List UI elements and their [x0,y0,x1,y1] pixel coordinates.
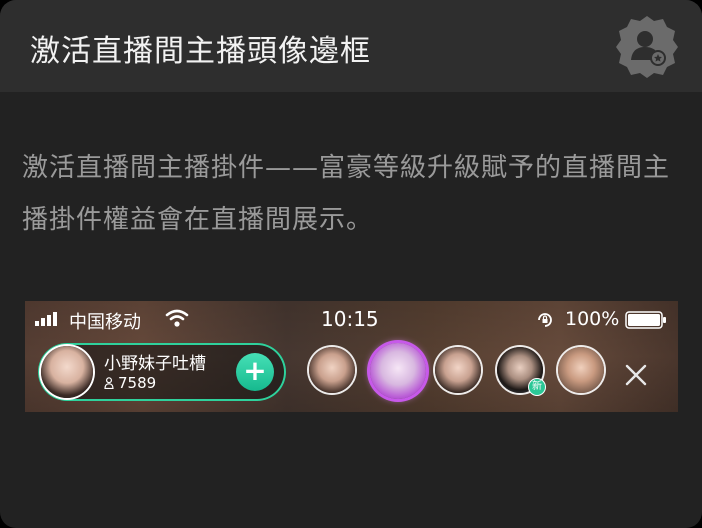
anchor-info-pill[interactable]: 小野妹子吐槽 7589 + [38,343,286,401]
viewer-avatar-framed[interactable] [370,343,426,399]
signal-icon [35,312,57,326]
privilege-card: 激活直播間主播頭像邊框 激活直播間主播掛件——富豪等級升級賦予的直播間主播掛件權… [0,0,702,528]
anchor-avatar[interactable] [41,346,93,398]
rotation-lock-icon [538,313,552,327]
battery-percentage: 100% [565,308,620,330]
fans-number: 7589 [118,374,157,392]
viewer-avatar[interactable] [309,347,355,393]
page-title: 激活直播間主播頭像邊框 [30,34,371,69]
anchor-fans-count: 7589 [104,374,156,392]
close-icon[interactable] [624,363,648,387]
status-bar: 中国移动 10:15 100% [25,301,678,337]
status-time: 10:15 [321,307,379,331]
follow-button[interactable]: + [236,353,274,391]
anchor-name: 小野妹子吐槽 [104,354,206,374]
live-room-preview: 中国移动 10:15 100% 小野妹子吐槽 7589 + 新 [25,301,678,412]
card-header: 激活直播間主播頭像邊框 [0,0,702,92]
viewer-avatar[interactable] [558,347,604,393]
carrier-label: 中国移动 [69,312,141,333]
person-icon [104,377,114,389]
wifi-icon [165,309,189,327]
new-user-badge: 新 [529,379,545,395]
battery-icon [625,311,666,329]
privilege-description: 激活直播間主播掛件——富豪等級升級賦予的直播間主播掛件權益會在直播間展示。 [22,153,671,235]
viewer-avatar[interactable] [435,347,481,393]
avatar-badge-icon [616,16,678,78]
